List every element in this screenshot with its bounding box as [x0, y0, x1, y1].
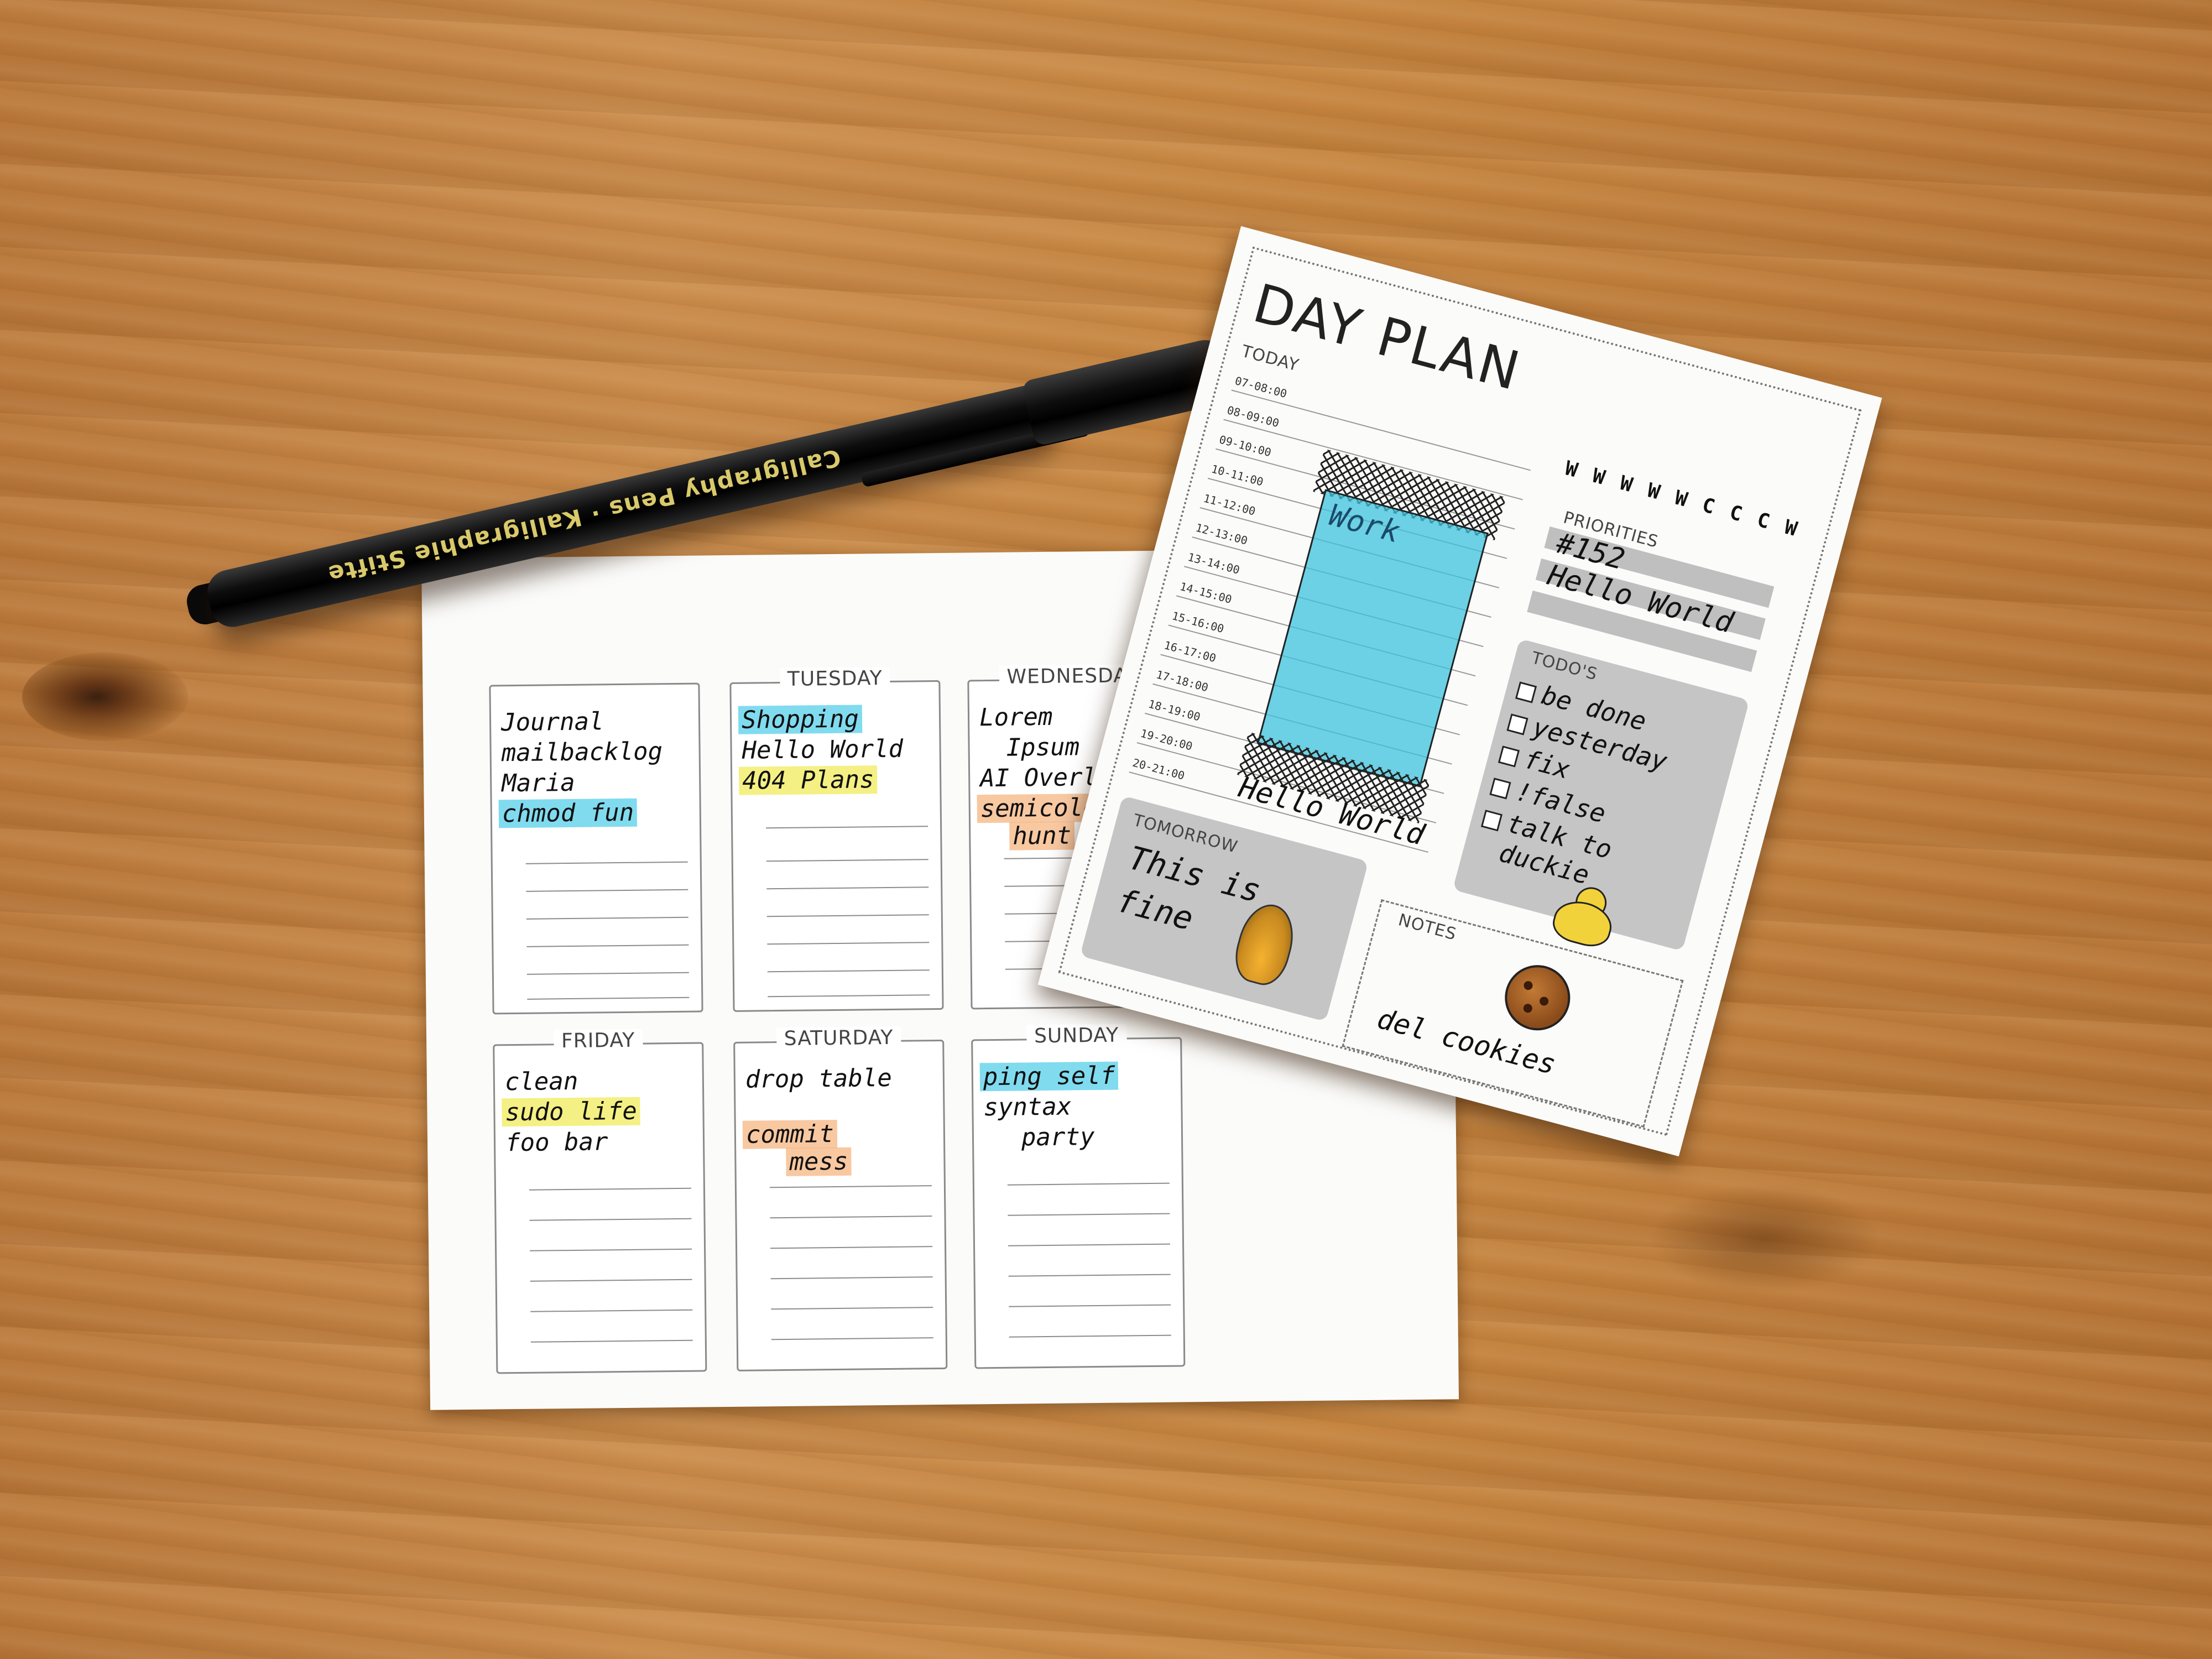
- line: [769, 1185, 932, 1188]
- line: [1009, 1304, 1171, 1307]
- task: mess: [786, 1147, 852, 1176]
- task: mailbacklog: [501, 737, 663, 768]
- task: ping self: [979, 1061, 1119, 1092]
- day-box-friday: FRIDAY clean sudo life foo bar: [493, 1029, 707, 1374]
- line: [530, 1339, 693, 1343]
- line: [1008, 1213, 1170, 1216]
- wood-knot-2: [1648, 1183, 1880, 1294]
- line: [766, 886, 929, 890]
- line: [530, 1248, 692, 1251]
- day-title: FRIDAY: [553, 1029, 643, 1053]
- line: [1009, 1334, 1171, 1338]
- day-box-tuesday: TUESDAY Shopping Hello World 404 Plans: [729, 666, 944, 1012]
- line: [768, 994, 930, 998]
- line: [1007, 1182, 1170, 1186]
- line: [767, 942, 930, 945]
- wood-knot: [22, 653, 188, 741]
- line: [770, 1276, 933, 1280]
- line: [527, 997, 690, 1000]
- task: 404 Plans: [738, 765, 878, 795]
- line: [526, 916, 688, 920]
- line: [526, 972, 689, 975]
- line: [530, 1309, 693, 1312]
- task: Lorem: [979, 702, 1053, 732]
- task: hunt: [1009, 821, 1075, 851]
- line: [766, 859, 928, 862]
- task: chmod fun: [498, 798, 638, 828]
- line: [529, 1218, 692, 1221]
- task: Shopping: [738, 705, 863, 734]
- day-box-monday: Journal mailbacklog Maria chmod fun: [489, 682, 703, 1015]
- day-box-saturday: SATURDAY drop table commit mess: [733, 1026, 948, 1371]
- line: [1008, 1243, 1171, 1246]
- line: [530, 1279, 692, 1282]
- task: commit: [742, 1119, 838, 1149]
- task: syntax: [983, 1092, 1072, 1122]
- line: [525, 861, 688, 864]
- task: party: [1021, 1123, 1095, 1152]
- line: [770, 1246, 933, 1249]
- line: [770, 1215, 932, 1219]
- day-title: SUNDAY: [1026, 1024, 1127, 1048]
- day-box-sunday: SUNDAY ping self syntax party: [971, 1024, 1186, 1369]
- line: [526, 889, 688, 892]
- task: drop table: [745, 1063, 893, 1094]
- line: [766, 826, 928, 829]
- task: foo bar: [505, 1128, 608, 1157]
- line: [771, 1307, 933, 1310]
- task: Maria: [501, 768, 575, 798]
- task: Journal: [500, 707, 604, 737]
- task: clean: [504, 1067, 578, 1097]
- task: sudo life: [502, 1097, 641, 1127]
- task: Hello World: [742, 734, 904, 765]
- line: [529, 1187, 691, 1191]
- line: [771, 1337, 933, 1340]
- line: [1008, 1274, 1171, 1277]
- line: [526, 944, 689, 947]
- day-title: SATURDAY: [776, 1026, 901, 1051]
- day-title: TUESDAY: [779, 666, 890, 691]
- line: [767, 969, 930, 973]
- line: [766, 914, 929, 917]
- task: Ipsum: [1006, 733, 1080, 762]
